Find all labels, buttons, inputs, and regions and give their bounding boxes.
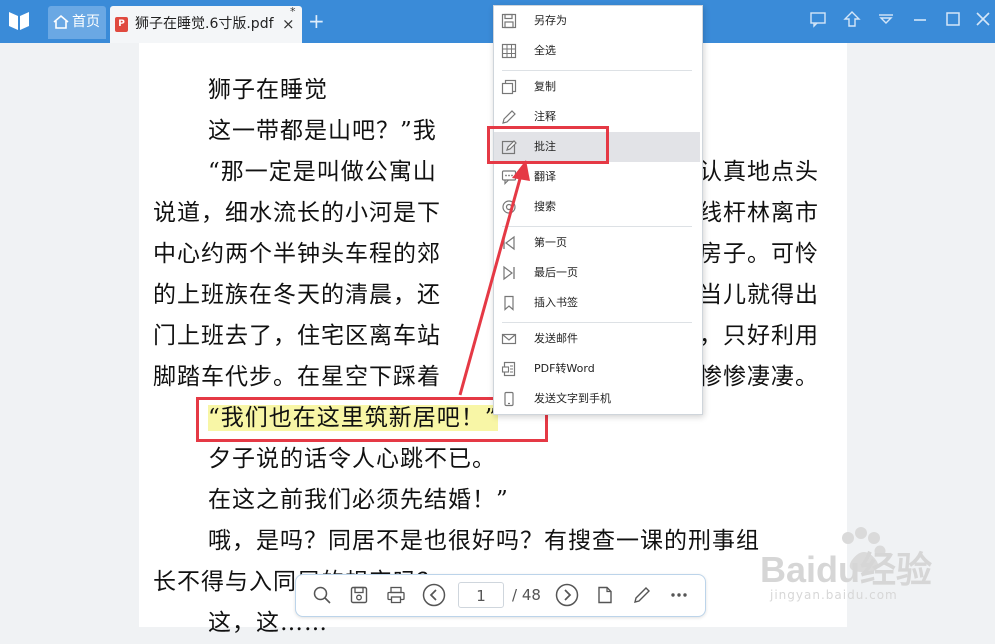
save-as-icon bbox=[501, 13, 517, 29]
previous-page-icon[interactable] bbox=[422, 583, 446, 607]
doc-line: 认真地点头 bbox=[699, 159, 819, 185]
save-icon[interactable] bbox=[349, 585, 369, 605]
single-page-view-icon[interactable] bbox=[595, 585, 615, 605]
more-icon[interactable] bbox=[669, 585, 689, 605]
menu-separator bbox=[502, 70, 692, 71]
menu-item-search[interactable]: 搜索 bbox=[494, 192, 700, 222]
doc-line: 哦，是吗？同居不是也很好吗？有搜查一课的刑事组 bbox=[208, 528, 760, 554]
last-page-icon bbox=[503, 265, 515, 281]
doc-line: 说道，细水流长的小河是下 bbox=[153, 200, 441, 226]
select-all-icon bbox=[501, 43, 517, 59]
close-tab-icon[interactable]: × bbox=[282, 6, 295, 42]
menu-item-translate[interactable]: 翻译 bbox=[494, 162, 700, 192]
menu-item-label: 最后一页 bbox=[534, 266, 578, 279]
page-total-label: / 48 bbox=[512, 586, 541, 604]
pdf-file-icon: P bbox=[115, 17, 128, 32]
menu-item-label: 复制 bbox=[534, 80, 556, 93]
search-icon bbox=[502, 200, 516, 214]
menu-item-label: 插入书签 bbox=[534, 296, 578, 309]
doc-line: 门上班去了，住宅区离车站 bbox=[153, 323, 441, 349]
search-icon[interactable] bbox=[312, 585, 332, 605]
menu-item-label: 第一页 bbox=[534, 236, 567, 249]
menu-item-copy[interactable]: 复制 bbox=[494, 72, 700, 102]
close-window-icon[interactable] bbox=[974, 10, 992, 28]
home-icon bbox=[53, 14, 69, 29]
baidu-watermark-logo: Baidu经验 bbox=[760, 527, 932, 590]
doc-line: “那一定是叫做公寓山 bbox=[208, 159, 437, 185]
mail-icon bbox=[501, 333, 517, 345]
bookmark-icon bbox=[504, 295, 514, 311]
menu-item-label: 另存为 bbox=[534, 14, 567, 27]
upgrade-icon[interactable] bbox=[843, 10, 861, 28]
doc-line: 房子。可怜 bbox=[699, 241, 819, 267]
doc-line: ，只好利用 bbox=[699, 323, 819, 349]
doc-line: 线杆林离市 bbox=[699, 200, 819, 226]
menu-item-send-to-phone[interactable]: 发送文字到手机 bbox=[494, 384, 700, 414]
doc-line: 在这之前我们必须先结婚！” bbox=[208, 487, 509, 513]
menu-item-select-all[interactable]: 全选 bbox=[494, 36, 700, 66]
menu-item-label: 发送文字到手机 bbox=[534, 392, 611, 405]
feedback-icon[interactable] bbox=[809, 10, 827, 28]
menu-separator bbox=[502, 226, 692, 227]
maximize-icon[interactable] bbox=[944, 10, 962, 28]
menu-item-insert-bookmark[interactable]: 插入书签 bbox=[494, 288, 700, 318]
menu-item-send-mail[interactable]: 发送邮件 bbox=[494, 324, 700, 354]
phone-icon bbox=[504, 391, 514, 407]
menu-item-save-as[interactable]: 另存为 bbox=[494, 6, 700, 36]
menu-item-last-page[interactable]: 最后一页 bbox=[494, 258, 700, 288]
menu-item-label: PDF转Word bbox=[534, 362, 595, 375]
dropdown-menu-icon[interactable] bbox=[877, 10, 895, 28]
pencil-icon bbox=[502, 110, 516, 124]
doc-line: 惨惨凄凄。 bbox=[699, 364, 819, 390]
next-page-icon[interactable] bbox=[555, 583, 579, 607]
doc-line: 的上班族在冬天的清晨，还 bbox=[153, 282, 441, 308]
doc-line: 脚踏车代步。在星空下踩着 bbox=[153, 364, 441, 390]
menu-item-label: 搜索 bbox=[534, 200, 556, 213]
tab-home[interactable]: 首页 bbox=[48, 6, 106, 39]
bottom-toolbar: 1 / 48 bbox=[295, 574, 706, 617]
menu-item-label: 翻译 bbox=[534, 170, 556, 183]
tab-document[interactable]: P 狮子在睡觉.6寸版.pdf * × bbox=[110, 5, 302, 43]
print-icon[interactable] bbox=[386, 585, 406, 605]
app-logo-icon bbox=[9, 12, 29, 30]
annotation-menu-box bbox=[487, 126, 609, 164]
menu-separator bbox=[502, 322, 692, 323]
doc-line: 中心约两个半钟头车程的郊 bbox=[153, 241, 441, 267]
page-number-input[interactable]: 1 bbox=[458, 582, 504, 608]
first-page-icon bbox=[503, 235, 515, 251]
doc-line: 夕子说的话令人心跳不已。 bbox=[208, 446, 496, 472]
edit-icon[interactable] bbox=[632, 585, 652, 605]
watermark-url: jingyan.baidu.com bbox=[770, 588, 898, 602]
doc-line: 当儿就得出 bbox=[699, 282, 819, 308]
translate-icon bbox=[501, 170, 517, 185]
menu-item-label: 发送邮件 bbox=[534, 332, 578, 345]
tab-home-label: 首页 bbox=[72, 14, 100, 30]
svg-text:Baidu经验: Baidu经验 bbox=[760, 549, 932, 590]
tab-document-label: 狮子在睡觉.6寸版.pdf bbox=[135, 16, 274, 32]
add-tab-button[interactable]: + bbox=[308, 11, 325, 31]
pdf-to-word-icon bbox=[501, 361, 516, 377]
menu-item-pdf-to-word[interactable]: PDF转Word bbox=[494, 354, 700, 384]
menu-item-label: 全选 bbox=[534, 44, 556, 57]
minimize-icon[interactable] bbox=[911, 10, 929, 28]
copy-icon bbox=[501, 79, 517, 95]
context-menu: 另存为 全选 复制 注释 批注 翻译 搜索 第一页 最后一页 插入书签 发送邮件 bbox=[493, 5, 703, 415]
menu-item-first-page[interactable]: 第一页 bbox=[494, 228, 700, 258]
